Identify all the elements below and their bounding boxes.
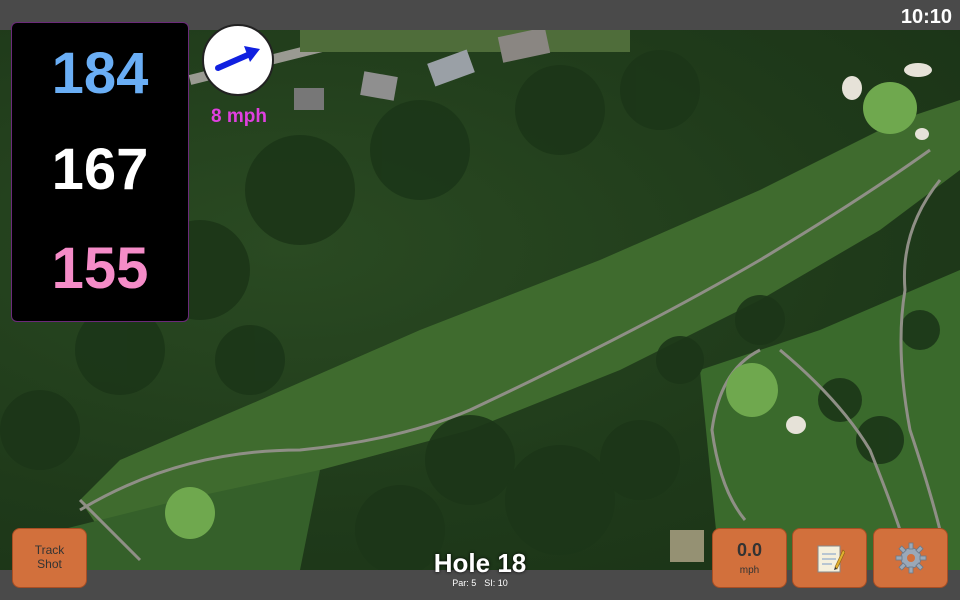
settings-button[interactable] [873,528,948,588]
gear-icon [895,542,926,574]
hole-title: Hole 18 [433,548,527,578]
distance-panel: 184 167 155 [11,22,189,322]
clock: 10:10 [900,6,952,28]
wind-speed: 8 mph [211,106,267,127]
speed-unit: mph [739,565,760,576]
wind-direction-arrow-icon [215,46,260,71]
distance-front: 155 [51,236,149,301]
scorecard-button[interactable] [792,528,867,588]
track-shot-label: Track Shot [34,543,65,571]
hole-details: Par: 5 SI: 10 [380,578,580,588]
wind-indicator [202,24,274,96]
distance-back: 184 [51,41,149,106]
notepad-icon [817,545,845,573]
hole-par: Par: 5 [452,578,477,588]
hole-si: SI: 10 [484,578,508,588]
track-shot-button[interactable]: Track Shot [12,528,87,588]
hole-info: Hole 18 Par: 5 SI: 10 [380,550,580,588]
distance-middle: 167 [51,137,149,202]
speed-button[interactable]: 0.0 mph [712,528,787,588]
speed-value: 0.0 [736,540,763,560]
